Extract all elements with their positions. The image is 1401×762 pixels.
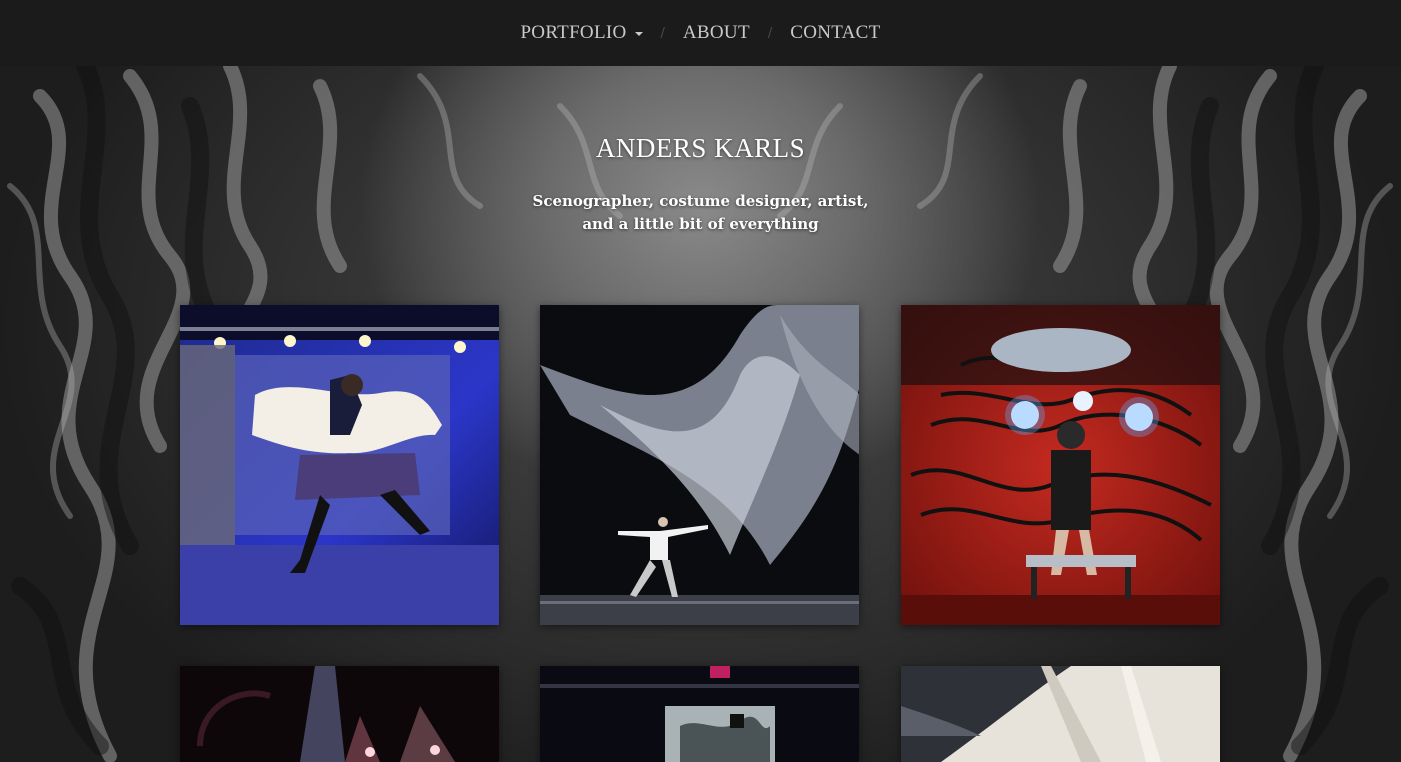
- gallery-item-machine-chair[interactable]: [901, 305, 1220, 625]
- thumbnail-image: [540, 666, 859, 762]
- nav-item-portfolio[interactable]: PORTFOLIO: [520, 22, 643, 44]
- gallery-item-stage-screen[interactable]: [540, 666, 859, 762]
- top-navbar: PORTFOLIO / ABOUT / CONTACT: [0, 0, 1401, 66]
- tagline-line-2: and a little bit of everything: [582, 215, 819, 233]
- gallery-item-stage-lights[interactable]: [180, 666, 499, 762]
- site-tagline: Scenographer, costume designer, artist, …: [0, 190, 1401, 236]
- gallery-item-dancer-fabric[interactable]: [540, 305, 859, 625]
- gallery-item-white-tent[interactable]: [901, 666, 1220, 762]
- nav-item-portfolio-label: PORTFOLIO: [520, 22, 627, 43]
- nav-item-contact-label: CONTACT: [790, 22, 881, 43]
- caret-down-icon: [634, 32, 643, 36]
- thumbnail-image: [540, 305, 859, 625]
- nav-separator: /: [660, 25, 665, 41]
- thumbnail-image: [180, 305, 499, 625]
- nav-separator: /: [767, 25, 773, 41]
- thumbnail-image: [901, 305, 1220, 625]
- nav-menu: PORTFOLIO / ABOUT / CONTACT: [520, 22, 880, 44]
- nav-item-about[interactable]: ABOUT: [683, 22, 750, 44]
- thumbnail-image: [901, 666, 1220, 762]
- site-title: ANDERS KARLS: [595, 133, 806, 163]
- thumbnail-image: [180, 666, 499, 762]
- gallery-item-performer-map[interactable]: [180, 305, 499, 625]
- nav-item-contact[interactable]: CONTACT: [790, 22, 880, 44]
- nav-item-about-label: ABOUT: [682, 22, 750, 43]
- tagline-line-1: Scenographer, costume designer, artist,: [532, 192, 869, 210]
